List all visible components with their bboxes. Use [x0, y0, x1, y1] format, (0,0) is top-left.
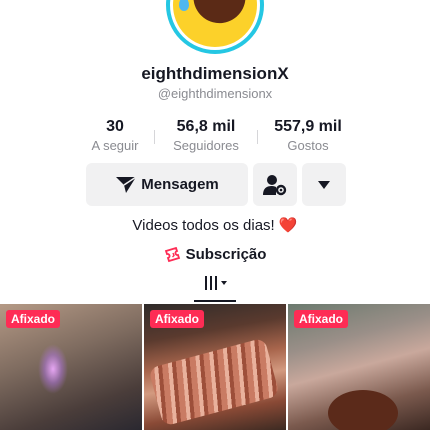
profile-actions: Mensagem — [86, 163, 346, 206]
add-friend-button[interactable] — [253, 163, 297, 206]
tab-active-indicator — [194, 300, 236, 302]
video-thumbnail[interactable]: Afixado — [0, 304, 142, 430]
triangle-down-icon — [318, 180, 330, 189]
subscription-label: Subscrição — [185, 246, 267, 263]
tab-videos[interactable] — [194, 272, 236, 302]
avatar-mouth — [193, 0, 249, 27]
video-grid: Afixado Afixado Afixado — [0, 304, 430, 430]
profile-handle: @eighthdimensionx — [157, 86, 273, 101]
avatar-tear — [179, 0, 189, 11]
more-options-button[interactable] — [302, 163, 346, 206]
stat-likes[interactable]: 557,9 mil Gostos — [258, 118, 358, 153]
stat-following[interactable]: 30 A seguir — [76, 118, 154, 153]
message-button[interactable]: Mensagem — [86, 163, 248, 206]
stat-following-value: 30 — [106, 118, 124, 135]
profile-bio: Videos todos os dias! ❤️ — [0, 216, 430, 234]
bio-heart-emoji: ❤️ — [278, 217, 298, 234]
profile-username: eighthdimensionX — [141, 64, 289, 83]
bio-text: Videos todos os dias! — [132, 217, 275, 234]
stat-followers[interactable]: 56,8 mil Seguidores — [155, 118, 257, 153]
person-gear-icon — [263, 174, 287, 195]
avatar-image — [170, 0, 260, 50]
pinned-badge: Afixado — [6, 310, 61, 328]
stat-followers-value: 56,8 mil — [176, 118, 236, 135]
pinned-badge: Afixado — [150, 310, 205, 328]
grid-bars-icon — [205, 276, 227, 290]
video-thumbnail-image — [328, 390, 398, 430]
video-thumbnail-image — [148, 337, 280, 427]
stat-following-label: A seguir — [91, 138, 139, 153]
avatar[interactable] — [166, 0, 264, 54]
stat-likes-value: 557,9 mil — [274, 118, 342, 135]
profile-stats: 30 A seguir 56,8 mil Seguidores 557,9 mi… — [76, 118, 366, 158]
stat-likes-label: Gostos — [287, 138, 329, 153]
video-thumbnail[interactable]: Afixado — [288, 304, 430, 430]
send-icon — [116, 175, 137, 193]
video-thumbnail[interactable]: Afixado — [144, 304, 286, 430]
message-button-label: Mensagem — [141, 176, 219, 193]
pinned-badge: Afixado — [294, 310, 349, 328]
subscription-link[interactable]: Subscrição — [0, 246, 430, 263]
video-thumbnail-image — [38, 344, 68, 394]
ticket-icon — [164, 246, 180, 262]
stat-followers-label: Seguidores — [173, 138, 239, 153]
